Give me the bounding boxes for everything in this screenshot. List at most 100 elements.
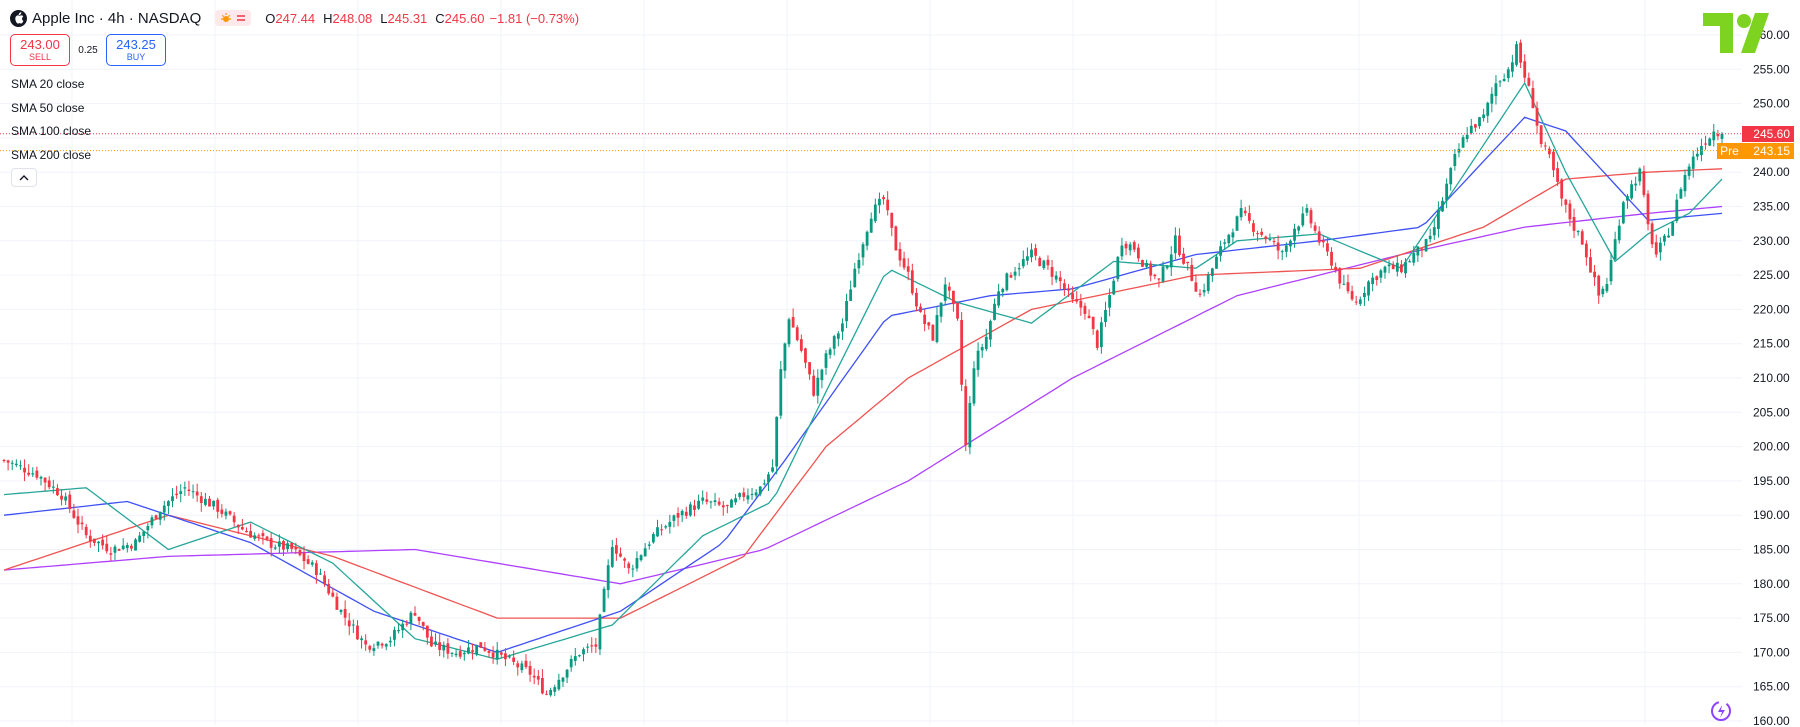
candle-body <box>1445 183 1449 201</box>
indicator-legend: SMA 20 close SMA 50 close SMA 100 close … <box>11 76 91 170</box>
candle-body <box>1400 264 1403 273</box>
candle-body <box>791 317 795 328</box>
candle-body <box>146 526 150 531</box>
candle-body <box>1597 275 1601 296</box>
candle-body <box>269 538 273 548</box>
candle-body <box>1621 202 1625 224</box>
symbol-title[interactable]: Apple Inc · 4h · NASDAQ <box>32 10 201 27</box>
candle-body <box>1001 288 1005 293</box>
indicator-sma-200[interactable]: SMA 200 close <box>11 147 91 171</box>
collapse-legend-button[interactable] <box>11 168 37 187</box>
candle-body <box>1667 235 1670 238</box>
candle-body <box>1297 226 1301 231</box>
candle-body <box>1182 253 1185 264</box>
candle-body <box>598 614 602 650</box>
candle-body <box>923 314 927 325</box>
candle-body <box>590 645 594 647</box>
indicator-sma-20[interactable]: SMA 20 close <box>11 76 91 100</box>
candle-body <box>2 459 6 461</box>
candle-body <box>14 463 18 466</box>
candle-body <box>212 500 216 507</box>
candle-body <box>450 652 454 654</box>
candle-body <box>762 483 766 485</box>
candle-body <box>51 486 55 488</box>
candle-body <box>1527 77 1531 86</box>
candle-body <box>393 629 396 640</box>
candle-body <box>417 616 421 621</box>
candle-body <box>730 499 733 508</box>
candle-body <box>1712 131 1716 141</box>
indicator-sma-50[interactable]: SMA 50 close <box>11 100 91 124</box>
candle-body <box>1572 217 1576 231</box>
high-value: 248.08 <box>332 10 373 26</box>
candle-body <box>643 548 647 557</box>
candle-body <box>664 526 668 528</box>
candle-body <box>1030 249 1033 258</box>
candle-body <box>1539 125 1543 144</box>
sell-button[interactable]: 243.00 SELL <box>10 34 70 66</box>
candle-body <box>1062 283 1066 289</box>
candle-body <box>479 642 483 648</box>
candle-body <box>142 531 146 537</box>
candle-body <box>508 656 511 658</box>
candle-body <box>697 500 700 509</box>
candle-body <box>898 248 902 261</box>
candle-body <box>1284 245 1288 252</box>
candle-body <box>1580 231 1584 245</box>
candle-body <box>561 677 565 682</box>
candle-body <box>1642 171 1646 195</box>
indicator-sma-100[interactable]: SMA 100 close <box>11 123 91 147</box>
candle-body <box>906 266 910 272</box>
price-chart[interactable]: 160.00 165.00 170.00 175.00 180.00 185.00 190.… <box>0 0 1800 725</box>
candle-body <box>1543 145 1547 147</box>
candle-body <box>939 302 943 317</box>
candle-body <box>549 689 553 696</box>
candle-body <box>1313 225 1317 231</box>
y-tick-label: 170.00 <box>1753 645 1790 659</box>
buy-price: 243.25 <box>116 37 156 52</box>
candle-body <box>1609 259 1613 282</box>
candle-body <box>869 218 873 233</box>
candle-body <box>1136 247 1140 259</box>
candle-body <box>1687 166 1691 176</box>
sma20-path <box>3 81 1723 660</box>
candle-body <box>783 343 787 371</box>
candle-body <box>528 665 532 675</box>
candle-body <box>915 292 918 307</box>
candle-body <box>1132 242 1136 250</box>
candle-body <box>282 540 285 550</box>
candle-body <box>1206 274 1210 292</box>
candle-body <box>1252 223 1255 232</box>
candle-body <box>60 495 63 500</box>
candle-body <box>458 651 462 657</box>
candle-body <box>651 534 655 543</box>
buy-button[interactable]: 243.25 BUY <box>106 34 166 66</box>
tradingview-logo-icon[interactable] <box>1703 9 1793 62</box>
assistant-icon[interactable] <box>1708 700 1734 727</box>
candle-body <box>1671 222 1675 236</box>
candle-body <box>1009 275 1013 278</box>
candle-body <box>882 197 885 200</box>
candle-body <box>767 474 770 483</box>
candle-body <box>109 553 113 555</box>
candle-body <box>688 504 692 516</box>
candle-body <box>627 563 631 569</box>
y-tick-label: 215.00 <box>1753 337 1790 351</box>
candle-body <box>1046 259 1050 266</box>
candle-body <box>240 527 244 530</box>
candle-body <box>1326 243 1329 252</box>
candle-body <box>631 568 635 570</box>
candle-body <box>902 258 906 268</box>
candle-body <box>220 509 224 514</box>
candle-body <box>1104 309 1107 322</box>
candle-body <box>105 543 109 552</box>
candle-body <box>1363 292 1366 298</box>
candle-body <box>1420 248 1424 251</box>
candle-body <box>1087 315 1091 319</box>
candle-body <box>35 470 39 478</box>
candle-body <box>397 629 400 632</box>
candle-body <box>1124 243 1128 249</box>
session-badge[interactable] <box>215 10 252 26</box>
candle-body <box>1679 189 1683 199</box>
candle-body <box>1465 134 1469 140</box>
